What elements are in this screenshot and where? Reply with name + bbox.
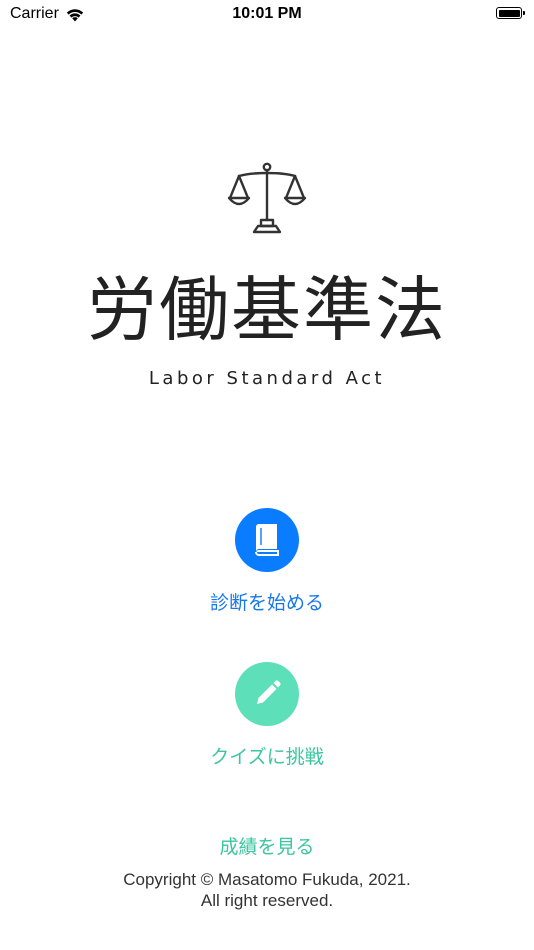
start-diagnosis-label[interactable]: 診断を始める xyxy=(0,588,534,615)
app-title-japanese: 労働基準法 xyxy=(87,269,447,351)
rights-reserved-line: All right reserved. xyxy=(200,891,334,910)
view-results-link[interactable]: 成績を見る xyxy=(0,832,534,859)
status-bar: Carrier 10:01 PM xyxy=(0,0,534,30)
pencil-icon xyxy=(257,680,281,704)
scale-icon xyxy=(227,162,307,234)
start-diagnosis-icon-circle[interactable] xyxy=(235,508,299,572)
quiz-label[interactable]: クイズに挑戦 xyxy=(0,742,534,769)
copyright-notice: Copyright © Masatomo Fukuda, 2021. All r… xyxy=(0,869,534,911)
quiz-button[interactable]: クイズに挑戦 xyxy=(0,662,534,769)
battery-icon xyxy=(496,7,525,19)
book-icon xyxy=(255,524,279,556)
quiz-icon-circle[interactable] xyxy=(235,662,299,726)
app-title-english: Labor Standard Act xyxy=(148,368,386,389)
copyright-line: Copyright © Masatomo Fukuda, 2021. xyxy=(123,870,411,889)
status-time: 10:01 PM xyxy=(232,5,302,22)
start-diagnosis-button[interactable]: 診断を始める xyxy=(0,508,534,615)
